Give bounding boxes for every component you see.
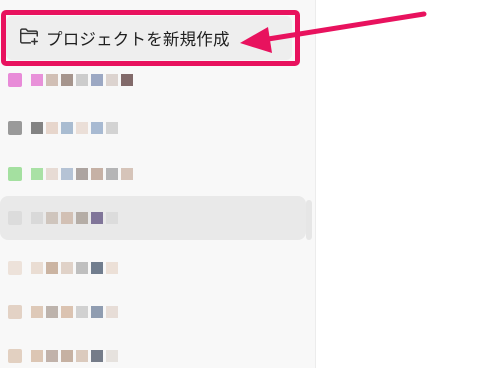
mosaic-block (76, 122, 88, 134)
mosaic-block (106, 212, 118, 224)
mosaic-block (61, 74, 73, 86)
project-label (136, 167, 286, 181)
project-label (121, 305, 271, 319)
mosaic-block (61, 122, 73, 134)
project-label (121, 121, 271, 135)
project-item-selected[interactable] (0, 196, 306, 240)
project-icon (8, 261, 22, 275)
mosaic-block (31, 262, 43, 274)
mosaic-block (106, 74, 118, 86)
scrollbar-thumb[interactable] (306, 200, 312, 240)
project-label (121, 261, 271, 275)
mosaic-block (106, 350, 118, 362)
project-icon (8, 211, 22, 225)
project-icon (8, 121, 22, 135)
new-project-button[interactable]: プロジェクトを新規作成 (6, 16, 292, 60)
mosaic-block (121, 74, 133, 86)
project-icon (8, 167, 22, 181)
mosaic-block (76, 306, 88, 318)
mosaic-block (106, 306, 118, 318)
mosaic-block (61, 168, 73, 180)
mosaic-block (106, 122, 118, 134)
mosaic-block (31, 74, 43, 86)
mosaic-block (31, 306, 43, 318)
project-sidebar: プロジェクトを新規作成 (0, 0, 316, 368)
mosaic-block (76, 74, 88, 86)
mosaic-block (76, 168, 88, 180)
project-label (136, 73, 286, 87)
project-item[interactable] (0, 106, 306, 150)
mosaic-block (46, 74, 58, 86)
mosaic-block (91, 350, 103, 362)
mosaic-block (76, 262, 88, 274)
mosaic-block (31, 350, 43, 362)
mosaic-block (91, 262, 103, 274)
mosaic-block (31, 212, 43, 224)
mosaic-block (46, 306, 58, 318)
mosaic-block (46, 262, 58, 274)
mosaic-block (61, 212, 73, 224)
project-label (121, 349, 271, 363)
project-item[interactable] (0, 58, 306, 102)
mosaic-block (31, 168, 43, 180)
mosaic-block (91, 212, 103, 224)
project-item[interactable] (0, 334, 306, 378)
mosaic-block (46, 168, 58, 180)
mosaic-block (61, 262, 73, 274)
mosaic-block (91, 74, 103, 86)
mosaic-block (91, 122, 103, 134)
sidebar-scrollbar[interactable] (306, 0, 312, 270)
project-item[interactable] (0, 246, 306, 290)
project-icon (8, 349, 22, 363)
mosaic-block (46, 212, 58, 224)
mosaic-block (76, 212, 88, 224)
mosaic-block (121, 168, 133, 180)
mosaic-block (106, 168, 118, 180)
folder-plus-icon (18, 25, 40, 52)
mosaic-block (91, 168, 103, 180)
project-item[interactable] (0, 152, 306, 196)
mosaic-block (76, 350, 88, 362)
mosaic-block (46, 122, 58, 134)
project-item[interactable] (0, 290, 306, 334)
mosaic-block (61, 306, 73, 318)
project-icon (8, 305, 22, 319)
mosaic-block (91, 306, 103, 318)
new-project-label: プロジェクトを新規作成 (46, 31, 230, 49)
mosaic-block (46, 350, 58, 362)
mosaic-block (31, 122, 43, 134)
mosaic-block (106, 262, 118, 274)
project-label (121, 211, 271, 225)
project-icon (8, 73, 22, 87)
mosaic-block (61, 350, 73, 362)
